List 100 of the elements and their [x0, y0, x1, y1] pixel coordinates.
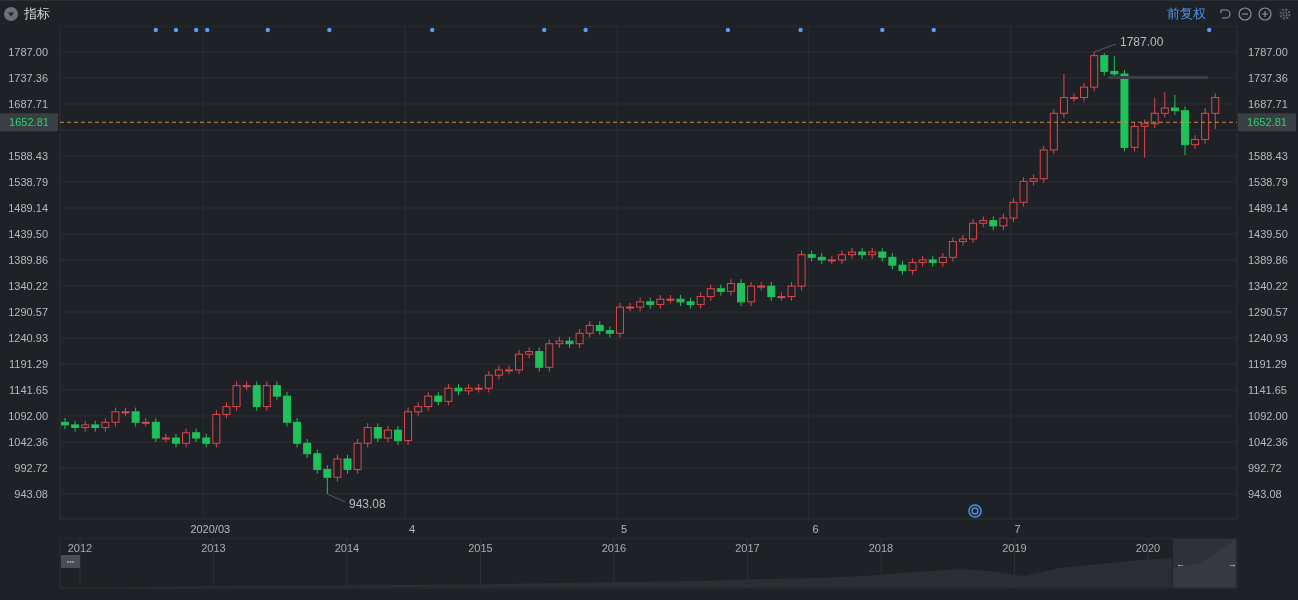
candlestick — [1150, 97, 1159, 129]
candlestick — [636, 297, 645, 312]
candlestick — [656, 294, 665, 310]
candlestick — [404, 407, 413, 446]
candlestick — [252, 380, 261, 412]
axis-label: 1439.50 — [1248, 228, 1288, 240]
candlestick — [747, 281, 756, 307]
axis-label: 1141.65 — [1248, 384, 1287, 396]
candlestick — [1070, 92, 1078, 103]
axis-label: 1389.86 — [1248, 254, 1288, 266]
axis-label: 1340.22 — [1248, 280, 1288, 292]
candlestick — [726, 278, 735, 297]
candlestick — [575, 328, 584, 349]
candlestick — [837, 250, 846, 265]
axis-label: 1588.43 — [8, 150, 48, 162]
candlestick — [414, 401, 423, 417]
axis-label: 6 — [812, 523, 819, 535]
candlestick — [948, 236, 957, 262]
adjust-link[interactable]: 前复权 — [1167, 4, 1206, 23]
axis-label: 1290.57 — [1248, 306, 1288, 318]
year-label: 2019 — [1002, 542, 1027, 554]
candlestick — [1201, 107, 1210, 145]
candlestick — [293, 417, 302, 448]
axis-label: 1687.71 — [1248, 98, 1288, 110]
axis-label: 1687.71 — [8, 98, 48, 110]
candlestick — [383, 425, 392, 443]
candlestick — [272, 380, 281, 401]
candlestick — [696, 291, 705, 310]
candlestick — [1080, 82, 1089, 103]
candlestick — [282, 391, 291, 427]
axis-label: 1489.14 — [8, 202, 48, 214]
axis-label: 4 — [409, 523, 416, 535]
axis-label: 7 — [1014, 523, 1021, 535]
axis-label: 943.08 — [1248, 488, 1282, 500]
candlestick — [1059, 73, 1068, 118]
candlestick — [262, 380, 271, 412]
candlestick — [323, 464, 332, 495]
year-label: 2018 — [868, 542, 894, 554]
axis-label: 1141.65 — [9, 384, 48, 396]
candlestick — [504, 365, 513, 375]
candlestick — [353, 438, 362, 475]
axis-label: 1191.29 — [9, 358, 48, 370]
candlestick — [393, 425, 402, 446]
candlestick — [444, 383, 453, 407]
candlestick — [626, 302, 635, 312]
axis-label: 1737.36 — [1248, 72, 1288, 84]
price-label: 1652.81 — [1247, 116, 1287, 129]
price-label: 1652.81 — [9, 116, 49, 129]
high-label: 1787.00 — [1120, 35, 1164, 49]
year-label: 2020 — [1135, 542, 1161, 554]
axis-label: 1042.36 — [8, 436, 48, 448]
year-label: 2014 — [334, 542, 360, 554]
candlestick — [848, 247, 857, 260]
axis-label: 992.72 — [14, 462, 48, 474]
year-label: 2017 — [735, 542, 760, 554]
axis-label: 1737.36 — [8, 72, 48, 84]
candlestick — [515, 349, 524, 375]
axis-label: 1092.00 — [8, 410, 48, 422]
axis-label: 5 — [620, 523, 627, 535]
candlestick — [605, 325, 614, 338]
axis-label: 1787.00 — [1248, 46, 1288, 58]
year-label: 2013 — [201, 542, 226, 554]
axis-label: 1191.29 — [1248, 358, 1287, 370]
candlestick — [1180, 105, 1189, 156]
axis-label: 992.72 — [1248, 462, 1282, 474]
candlestick — [969, 218, 978, 244]
candlestick — [938, 252, 947, 268]
left-arrow[interactable]: ← — [1176, 559, 1185, 569]
axis-label: 1240.93 — [8, 332, 48, 344]
candlestick — [1191, 134, 1200, 150]
axis-label: 1290.57 — [8, 306, 48, 318]
candlestick — [615, 302, 624, 338]
axis-label: 1538.79 — [1248, 176, 1288, 188]
candlestick — [494, 365, 503, 380]
candlestick — [303, 438, 312, 459]
year-label: 2012 — [67, 542, 93, 554]
candlestick — [716, 284, 725, 297]
axis-label: 1389.86 — [8, 254, 48, 266]
candlestick — [737, 278, 746, 307]
candlestick — [182, 428, 191, 448]
axis-label: 1439.50 — [8, 228, 48, 240]
axis-label: 1538.79 — [8, 176, 48, 188]
axis-label: 1042.36 — [1248, 436, 1288, 448]
axis-label: 1340.22 — [8, 280, 48, 292]
year-label: 2015 — [468, 542, 493, 554]
panel-title: 指标 — [24, 4, 50, 23]
candlestick — [71, 420, 80, 433]
candlestick — [161, 433, 170, 443]
axis-label: 2020/03 — [190, 523, 231, 535]
candlestick — [858, 247, 867, 260]
right-arrow[interactable]: → — [1228, 559, 1237, 569]
low-label: 943.08 — [349, 497, 386, 511]
axis-label: 943.08 — [14, 488, 48, 500]
candlestick — [171, 433, 180, 448]
axis-label: 1787.00 — [8, 46, 48, 58]
axis-label: 1240.93 — [1248, 332, 1288, 344]
candlestick — [61, 417, 69, 430]
candlestick — [959, 234, 968, 247]
axis-label: 1092.00 — [1248, 410, 1288, 422]
axis-label: 1489.14 — [1248, 202, 1288, 214]
